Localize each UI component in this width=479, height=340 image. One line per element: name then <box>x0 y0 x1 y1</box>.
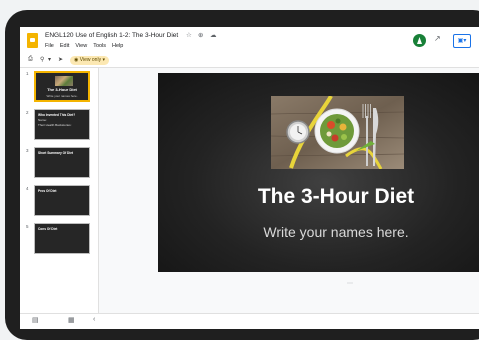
print-icon[interactable]: ⎙ <box>28 56 33 63</box>
thumbnail-title: Short Summary Of Diet <box>38 151 74 155</box>
menu-tools[interactable]: Tools <box>93 43 106 49</box>
menu-help[interactable]: Help <box>112 43 123 49</box>
menu-file[interactable]: File <box>45 43 54 49</box>
slide-number: 1 <box>26 71 29 76</box>
slide-thumbnail-1[interactable]: The 3-Hour Diet Write your names here. <box>34 71 90 102</box>
account-icon <box>417 37 422 44</box>
present-button[interactable]: ▣▾ <box>453 34 471 48</box>
folder-icon[interactable]: ⊕ <box>198 31 203 39</box>
browser-screen: ENGL120 Use of English 1-2: The 3-Hour D… <box>20 27 479 329</box>
avatar[interactable] <box>413 34 426 47</box>
activity-dashboard-icon[interactable]: ↗ <box>434 34 441 43</box>
slide-number: 3 <box>26 148 29 153</box>
cloud-icon[interactable]: ☁ <box>210 31 217 39</box>
thumbnail-line: Name: <box>38 118 47 122</box>
diet-image <box>271 96 404 169</box>
slide-canvas-area: The 3-Hour Diet Write your names here. ⋯ <box>99 68 479 313</box>
star-icon[interactable]: ☆ <box>186 31 192 39</box>
slide-number: 2 <box>26 110 29 115</box>
slides-logo-icon[interactable] <box>27 33 38 48</box>
menu-bar: File Edit View Tools Help <box>45 43 123 49</box>
zoom-icon[interactable]: ⚲ <box>40 56 44 63</box>
collapse-panel-icon[interactable]: ‹ <box>93 316 95 323</box>
view-only-label: View only <box>79 57 102 63</box>
thumbnail-title: Pros Of Diet <box>38 189 57 193</box>
thumbnail-line: Their Health Backstories: <box>38 123 72 127</box>
document-title[interactable]: ENGL120 Use of English 1-2: The 3-Hour D… <box>45 32 178 39</box>
view-only-badge[interactable]: ◉ View only ▾ <box>70 56 109 65</box>
grid-view-icon[interactable]: ▦ <box>68 316 75 324</box>
slide-number: 5 <box>26 224 29 229</box>
thumbnail-photo <box>55 76 73 86</box>
thumbnail-title: The 3-Hour Diet <box>47 87 77 92</box>
chevron-down-icon[interactable]: ▾ <box>48 56 51 63</box>
slide-thumbnail-2[interactable]: Who Invented This Diet? Name: Their Heal… <box>34 109 90 140</box>
thumbnail-title: Cons Of Diet <box>38 227 58 231</box>
slide-title: The 3-Hour Diet <box>257 185 415 208</box>
slide-thumbnail-4[interactable]: Pros Of Diet <box>34 185 90 216</box>
salad-photo <box>271 96 404 169</box>
speaker-notes-handle[interactable]: ⋯ <box>347 280 353 287</box>
menu-view[interactable]: View <box>75 43 87 49</box>
slide-filmstrip: 1 The 3-Hour Diet Write your names here.… <box>20 68 99 313</box>
toolbar: ⎙ ⚲ ▾ ➤ ◉ View only ▾ <box>20 55 479 68</box>
current-slide[interactable]: The 3-Hour Diet Write your names here. <box>158 73 479 272</box>
slide-subtitle: Write your names here. <box>263 224 409 240</box>
slide-number: 4 <box>26 186 29 191</box>
title-bar: ENGL120 Use of English 1-2: The 3-Hour D… <box>20 27 479 55</box>
filmstrip-view-icon[interactable]: ▤ <box>32 316 39 324</box>
thumbnail-subtitle: Write your names here. <box>46 94 78 98</box>
select-cursor-icon[interactable]: ➤ <box>58 56 63 63</box>
bottom-bar: ▤ ▦ ‹ <box>20 313 479 329</box>
thumbnail-title: Who Invented This Diet? <box>38 113 76 117</box>
present-icon: ▣▾ <box>457 38 467 44</box>
slide-thumbnail-5[interactable]: Cons Of Diet <box>34 223 90 254</box>
menu-edit[interactable]: Edit <box>60 43 69 49</box>
slide-thumbnail-3[interactable]: Short Summary Of Diet <box>34 147 90 178</box>
